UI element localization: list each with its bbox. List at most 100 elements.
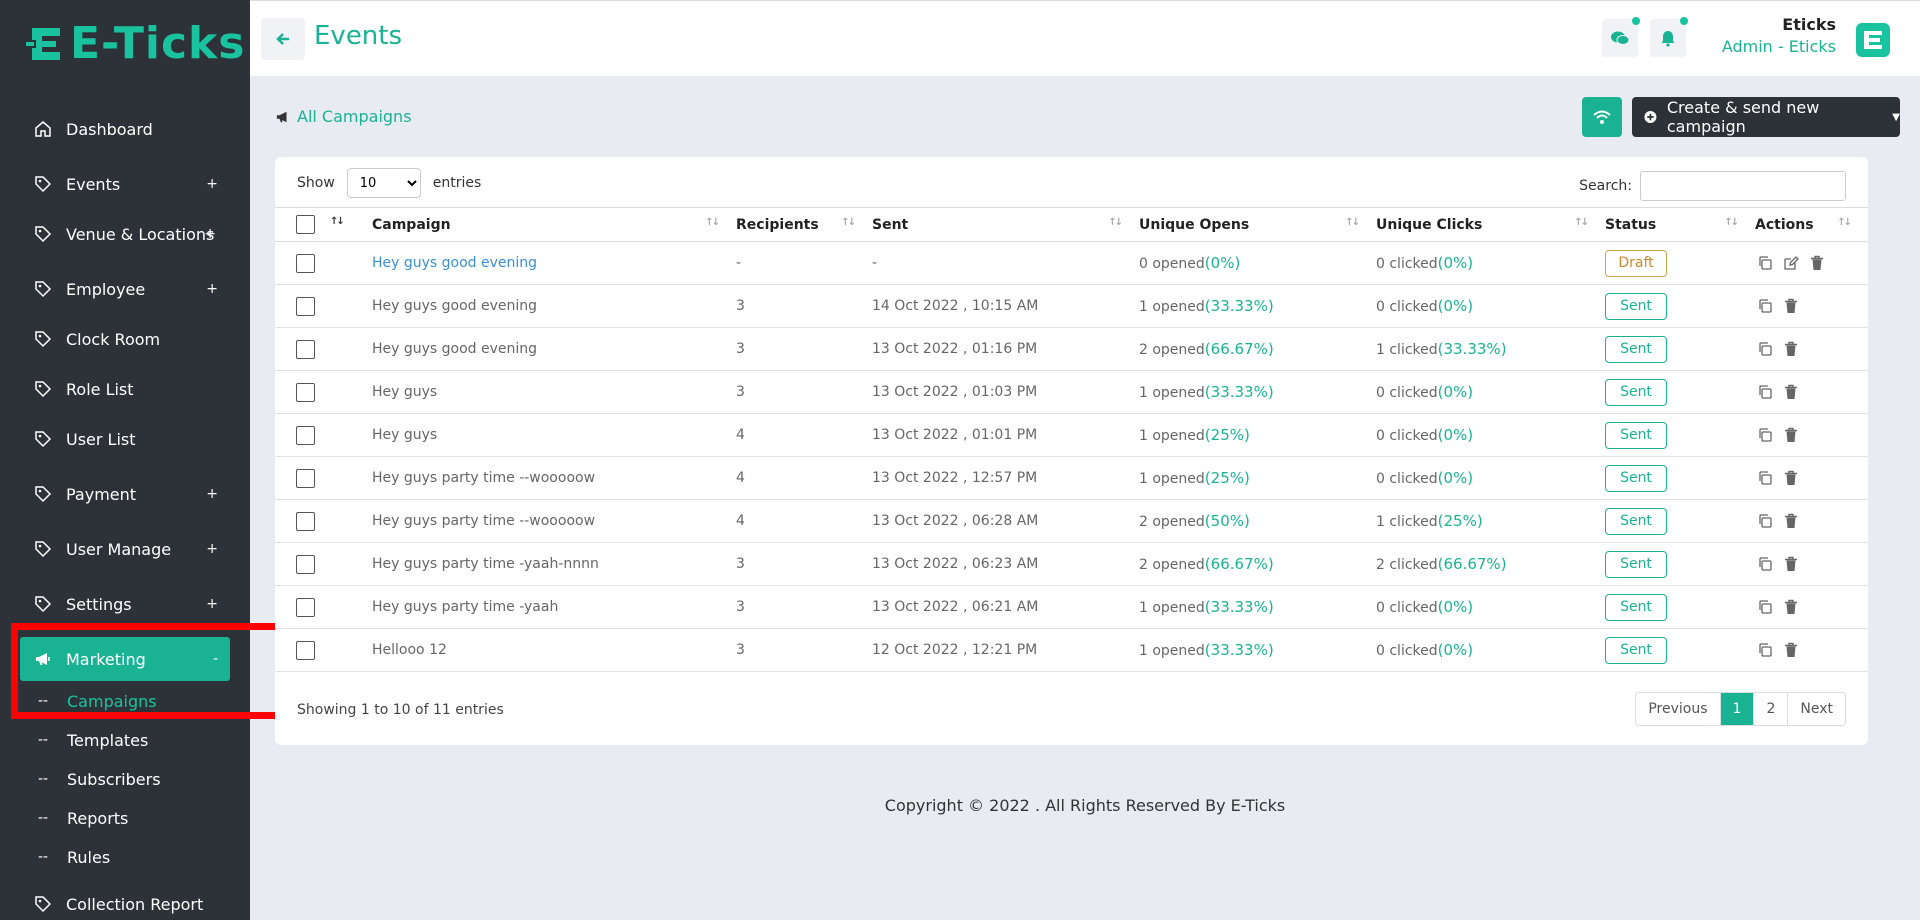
clicks-count: 1 clicked <box>1376 514 1438 530</box>
search-input[interactable] <box>1640 171 1846 201</box>
sidebar-item-venue[interactable]: Venue & Locations + <box>20 212 230 256</box>
copy-icon[interactable] <box>1755 339 1775 359</box>
sidebar-item-collection-report[interactable]: Collection Report <box>20 882 230 920</box>
trash-icon[interactable] <box>1781 468 1801 488</box>
trash-icon[interactable] <box>1781 597 1801 617</box>
trash-icon[interactable] <box>1781 511 1801 531</box>
clicks-cell: 0 clicked(0%) <box>1376 456 1605 500</box>
copy-icon[interactable] <box>1755 640 1775 660</box>
sidebar-item-role-list[interactable]: Role List <box>20 367 230 411</box>
trash-icon[interactable] <box>1807 253 1827 273</box>
copy-icon[interactable] <box>1755 554 1775 574</box>
select-all-checkbox[interactable] <box>296 215 315 234</box>
page-title: Events <box>314 21 403 51</box>
avatar[interactable] <box>1852 21 1894 59</box>
copy-icon[interactable] <box>1755 511 1775 531</box>
trash-icon[interactable] <box>1781 640 1801 660</box>
opens-percent: (33.33%) <box>1204 297 1274 315</box>
sidebar-item-settings[interactable]: Settings + <box>20 582 230 626</box>
copy-icon[interactable] <box>1755 382 1775 402</box>
sidebar-subitem-subscribers[interactable]: -- Subscribers <box>38 764 161 794</box>
campaigns-card: Show 10 entries Search: ↑↓ Campaign ↑↓ Re… <box>275 157 1868 745</box>
recipients-cell: 4 <box>736 456 872 500</box>
row-checkbox[interactable] <box>296 296 315 316</box>
column-header[interactable]: Actions ↑↓ <box>1755 207 1868 242</box>
clicks-cell: 0 clicked(0%) <box>1376 628 1605 672</box>
pagination-page-1[interactable]: 1 <box>1720 693 1755 725</box>
row-checkbox[interactable] <box>296 253 315 273</box>
campaign-cell: Hey guys <box>372 413 736 457</box>
footer-copyright: Copyright © 2022 . All Rights Reserved B… <box>884 796 1286 815</box>
sub-dash: -- <box>38 693 49 709</box>
edit-icon[interactable] <box>1781 253 1801 273</box>
status-badge: Sent <box>1605 292 1667 320</box>
sidebar-item-events[interactable]: Events + <box>20 162 230 206</box>
sidebar-subitem-rules[interactable]: -- Rules <box>38 842 110 872</box>
sidebar-item-payment[interactable]: Payment + <box>20 472 230 516</box>
sort-icon[interactable]: ↑↓ <box>330 216 345 227</box>
notifications-button[interactable] <box>1650 17 1688 57</box>
row-checkbox[interactable] <box>296 468 315 488</box>
logo[interactable]: E-Ticks <box>24 22 245 66</box>
page-size-select[interactable]: 10 <box>346 168 421 198</box>
copy-icon[interactable] <box>1755 425 1775 445</box>
sidebar-item-label: Collection Report <box>66 894 204 914</box>
recipients-cell: - <box>736 241 872 285</box>
pagination-next[interactable]: Next <box>1788 693 1845 725</box>
row-checkbox[interactable] <box>296 640 315 660</box>
trash-icon[interactable] <box>1781 296 1801 316</box>
row-checkbox[interactable] <box>296 339 315 359</box>
column-header[interactable]: Recipients ↑↓ <box>736 207 872 242</box>
column-header[interactable]: Unique Opens ↑↓ <box>1139 207 1376 242</box>
campaign-name[interactable]: Hey guys good evening <box>372 255 537 271</box>
sidebar-subitem-templates[interactable]: -- Templates <box>38 725 148 755</box>
row-checkbox[interactable] <box>296 511 315 531</box>
row-checkbox[interactable] <box>296 382 315 402</box>
user-role[interactable]: Admin - Eticks <box>1722 37 1836 56</box>
sidebar-item-user-manage[interactable]: User Manage + <box>20 527 230 571</box>
copy-icon[interactable] <box>1755 253 1775 273</box>
copy-icon[interactable] <box>1755 597 1775 617</box>
sidebar-subitem-campaigns[interactable]: -- Campaigns <box>38 686 157 716</box>
row-checkbox[interactable] <box>296 554 315 574</box>
chat-button[interactable] <box>1602 17 1640 57</box>
trash-icon[interactable] <box>1781 382 1801 402</box>
breadcrumb[interactable]: All Campaigns <box>275 107 412 126</box>
copy-icon[interactable] <box>1755 296 1775 316</box>
row-select-cell <box>275 370 372 414</box>
pagination-page-2[interactable]: 2 <box>1754 693 1789 725</box>
pagination-previous[interactable]: Previous <box>1636 693 1721 725</box>
sort-icon: ↑↓ <box>841 217 856 228</box>
campaign-cell[interactable]: Hey guys good evening <box>372 241 736 285</box>
sidebar-item-user-list[interactable]: User List <box>20 417 230 461</box>
copy-icon[interactable] <box>1755 468 1775 488</box>
column-header[interactable]: Unique Clicks ↑↓ <box>1376 207 1605 242</box>
table-row: Hey guys party time --wooooow 4 13 Oct 202… <box>275 456 1868 500</box>
row-select-cell <box>275 413 372 457</box>
trash-icon[interactable] <box>1781 425 1801 445</box>
sidebar-item-clock-room[interactable]: Clock Room <box>20 317 230 361</box>
show-label: Show <box>297 175 335 191</box>
opens-percent: (33.33%) <box>1204 641 1274 659</box>
sidebar-subitem-reports[interactable]: -- Reports <box>38 803 128 833</box>
opens-count: 1 opened <box>1139 600 1205 616</box>
trash-icon[interactable] <box>1781 554 1801 574</box>
sidebar-item-dashboard[interactable]: Dashboard <box>20 107 230 151</box>
trash-icon[interactable] <box>1781 339 1801 359</box>
row-checkbox[interactable] <box>296 425 315 445</box>
row-checkbox[interactable] <box>296 597 315 617</box>
sidebar-item-marketing[interactable]: Marketing - <box>20 637 230 681</box>
clicks-count: 0 clicked <box>1376 385 1438 401</box>
user-name[interactable]: Eticks <box>1782 15 1836 34</box>
tag-icon <box>32 328 54 350</box>
table-row: Hey guys party time -yaah 3 13 Oct 2022 , … <box>275 585 1868 629</box>
notification-dot <box>1632 17 1640 25</box>
column-header[interactable]: Status ↑↓ <box>1605 207 1755 242</box>
broadcast-button[interactable] <box>1582 97 1622 137</box>
column-header[interactable]: Campaign ↑↓ <box>372 207 736 242</box>
sidebar-item-employee[interactable]: Employee + <box>20 267 230 311</box>
column-header[interactable]: Sent ↑↓ <box>872 207 1139 242</box>
clicks-cell: 0 clicked(0%) <box>1376 585 1605 629</box>
create-campaign-button[interactable]: Create & send new campaign ▼ <box>1632 97 1900 137</box>
back-button[interactable] <box>261 18 305 60</box>
